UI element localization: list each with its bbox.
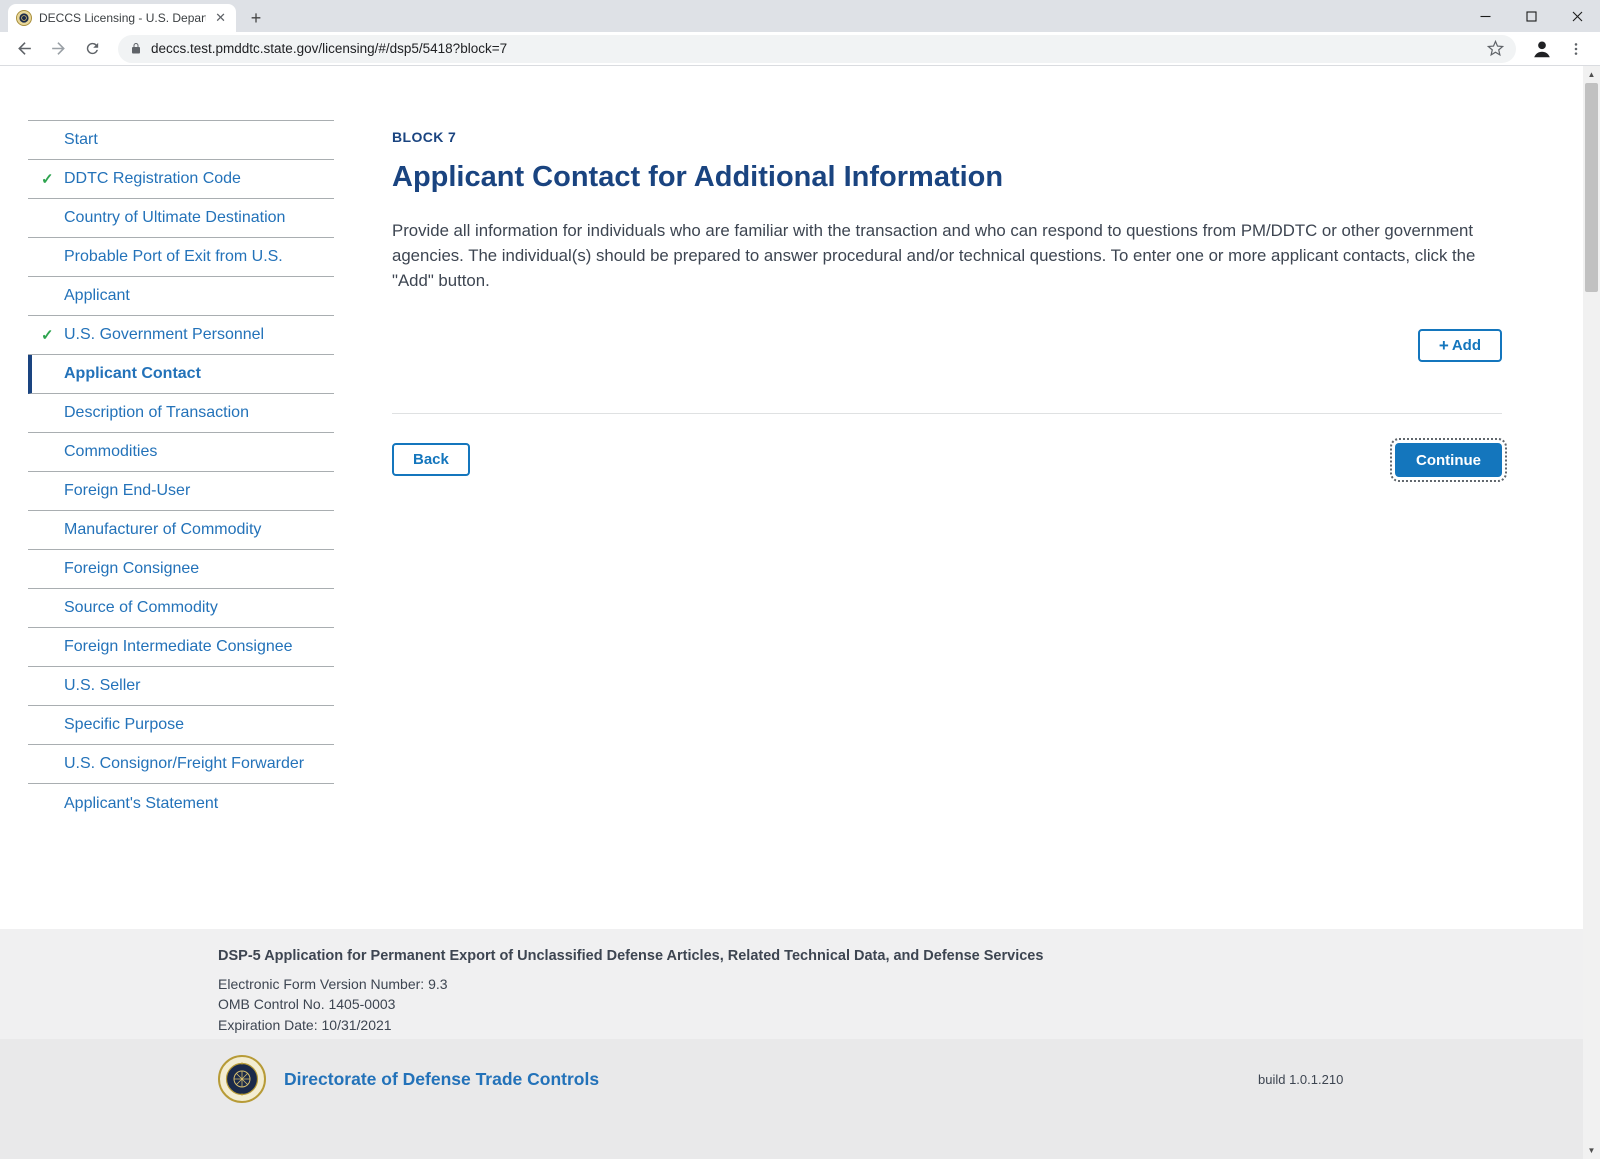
- scrollbar-down-arrow-icon[interactable]: ▼: [1583, 1142, 1600, 1159]
- favicon-seal-icon: [16, 10, 32, 26]
- refresh-button[interactable]: [78, 35, 106, 63]
- browser-menu-icon[interactable]: [1562, 35, 1590, 63]
- sidebar-item-label: Country of Ultimate Destination: [64, 209, 285, 227]
- sidebar-item-label: Applicant: [64, 287, 130, 305]
- sidebar-item-label: U.S. Consignor/Freight Forwarder: [64, 755, 304, 773]
- sidebar-item-label: Commodities: [64, 443, 157, 461]
- sidebar-nav-list: Start ✓ DDTC Registration Code Country of U…: [28, 120, 334, 823]
- plus-icon: +: [1439, 337, 1449, 354]
- form-section-sidebar: Start ✓ DDTC Registration Code Country of U…: [28, 120, 334, 823]
- sidebar-item-applicant[interactable]: Applicant: [28, 277, 334, 316]
- sidebar-item-label: Specific Purpose: [64, 716, 184, 734]
- sidebar-item-commodities[interactable]: Commodities: [28, 433, 334, 472]
- browser-toolbar: deccs.test.pmddtc.state.gov/licensing/#/…: [0, 32, 1600, 66]
- sidebar-item-label: Description of Transaction: [64, 404, 249, 422]
- form-title: DSP-5 Application for Permanent Export o…: [218, 946, 1600, 967]
- brand-footer: Directorate of Defense Trade Controls bu…: [0, 1039, 1600, 1159]
- sidebar-item-foreign-intermediate-consignee[interactable]: Foreign Intermediate Consignee: [28, 628, 334, 667]
- omb-control: OMB Control No. 1405-0003: [218, 994, 1600, 1015]
- page-title: Applicant Contact for Additional Informa…: [392, 160, 1502, 194]
- sidebar-item-ddtc-registration-code[interactable]: ✓ DDTC Registration Code: [28, 160, 334, 199]
- tab-close-icon[interactable]: ✕: [213, 10, 228, 26]
- add-button[interactable]: +Add: [1418, 329, 1502, 362]
- block-label: BLOCK 7: [392, 130, 1502, 144]
- sidebar-item-specific-purpose[interactable]: Specific Purpose: [28, 706, 334, 745]
- window-minimize-button[interactable]: [1462, 0, 1508, 32]
- address-bar[interactable]: deccs.test.pmddtc.state.gov/licensing/#/…: [118, 35, 1516, 63]
- sidebar-item-start[interactable]: Start: [28, 121, 334, 160]
- back-button[interactable]: [10, 35, 38, 63]
- sidebar-item-applicant-contact[interactable]: Applicant Contact: [28, 355, 334, 394]
- sidebar-item-label: Start: [64, 131, 98, 149]
- sidebar-item-u-s-government-personnel[interactable]: ✓ U.S. Government Personnel: [28, 316, 334, 355]
- build-version: build 1.0.1.210: [1258, 1072, 1343, 1087]
- sidebar-item-label: Source of Commodity: [64, 599, 218, 617]
- continue-button[interactable]: Continue: [1395, 443, 1502, 477]
- sidebar-item-country-of-ultimate-destination[interactable]: Country of Ultimate Destination: [28, 199, 334, 238]
- page-scrollbar[interactable]: ▲ ▼: [1583, 66, 1600, 1159]
- sidebar-item-source-of-commodity[interactable]: Source of Commodity: [28, 589, 334, 628]
- page-description: Provide all information for individuals …: [392, 218, 1500, 293]
- window-maximize-button[interactable]: [1508, 0, 1554, 32]
- main-content: BLOCK 7 Applicant Contact for Additional…: [392, 130, 1502, 477]
- sidebar-item-u-s-consignor-freight-forwarder[interactable]: U.S. Consignor/Freight Forwarder: [28, 745, 334, 784]
- sidebar-item-label: DDTC Registration Code: [64, 170, 241, 188]
- form-actions: Back Continue: [392, 443, 1502, 477]
- bookmark-star-icon[interactable]: [1487, 40, 1504, 57]
- sidebar-item-label: U.S. Seller: [64, 677, 140, 695]
- sidebar-item-applicant-s-statement[interactable]: Applicant's Statement: [28, 784, 334, 823]
- sidebar-item-label: Foreign Consignee: [64, 560, 199, 578]
- forward-button[interactable]: [44, 35, 72, 63]
- sidebar-item-probable-port-of-exit-from-u-s-[interactable]: Probable Port of Exit from U.S.: [28, 238, 334, 277]
- new-tab-button[interactable]: +: [242, 4, 270, 32]
- form-version: Electronic Form Version Number: 9.3: [218, 974, 1600, 995]
- sidebar-item-label: Manufacturer of Commodity: [64, 521, 261, 539]
- sidebar-item-label: Foreign End-User: [64, 482, 190, 500]
- app-page: Start ✓ DDTC Registration Code Country of U…: [0, 66, 1600, 1159]
- window-close-button[interactable]: [1554, 0, 1600, 32]
- profile-avatar[interactable]: [1528, 35, 1556, 63]
- completed-check-icon: ✓: [41, 170, 54, 188]
- sidebar-item-label: Applicant Contact: [64, 365, 201, 383]
- back-button-form[interactable]: Back: [392, 443, 470, 476]
- url-text: deccs.test.pmddtc.state.gov/licensing/#/…: [151, 41, 1478, 56]
- browser-tab[interactable]: DECCS Licensing - U.S. Departme ✕: [8, 4, 236, 32]
- sidebar-item-manufacturer-of-commodity[interactable]: Manufacturer of Commodity: [28, 511, 334, 550]
- sidebar-item-description-of-transaction[interactable]: Description of Transaction: [28, 394, 334, 433]
- sidebar-item-u-s-seller[interactable]: U.S. Seller: [28, 667, 334, 706]
- browser-titlebar: DECCS Licensing - U.S. Departme ✕ +: [0, 0, 1600, 32]
- sidebar-item-label: Applicant's Statement: [64, 795, 218, 813]
- scrollbar-up-arrow-icon[interactable]: ▲: [1583, 66, 1600, 83]
- section-divider: [392, 413, 1502, 414]
- scrollbar-thumb[interactable]: [1585, 83, 1598, 292]
- expiration-date: Expiration Date: 10/31/2021: [218, 1015, 1600, 1036]
- sidebar-item-foreign-end-user[interactable]: Foreign End-User: [28, 472, 334, 511]
- completed-check-icon: ✓: [41, 326, 54, 344]
- sidebar-item-label: Foreign Intermediate Consignee: [64, 638, 293, 656]
- ddtc-seal-icon: [218, 1055, 266, 1103]
- sidebar-item-label: U.S. Government Personnel: [64, 326, 264, 344]
- org-name: Directorate of Defense Trade Controls: [284, 1069, 599, 1090]
- sidebar-item-foreign-consignee[interactable]: Foreign Consignee: [28, 550, 334, 589]
- form-meta-footer: DSP-5 Application for Permanent Export o…: [0, 929, 1600, 1039]
- ssl-lock-icon: [130, 42, 142, 55]
- sidebar-item-label: Probable Port of Exit from U.S.: [64, 248, 283, 266]
- tab-title: DECCS Licensing - U.S. Departme: [39, 11, 206, 25]
- add-row: +Add: [392, 329, 1502, 362]
